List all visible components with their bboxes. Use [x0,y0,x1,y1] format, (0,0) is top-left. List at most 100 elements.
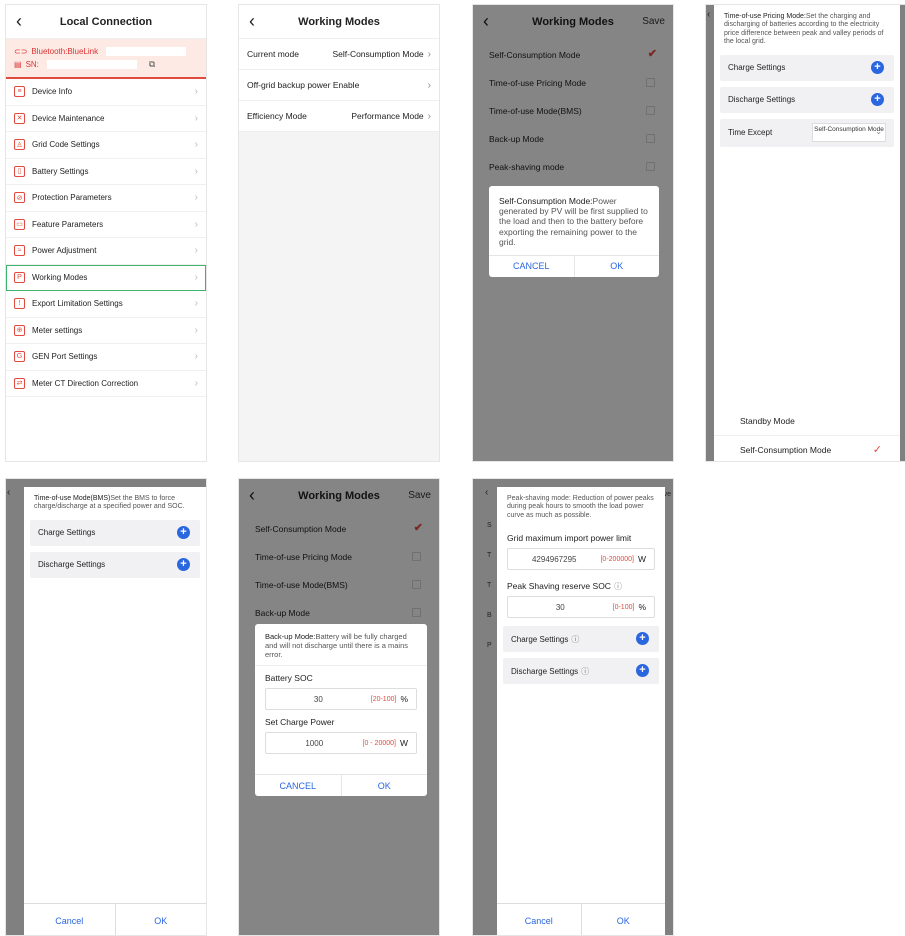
menu-item[interactable]: G GEN Port Settings › [6,344,206,371]
mode-info-dialog: Self-Consumption Mode:Power generated by… [489,186,659,277]
add-icon[interactable]: + [871,92,884,106]
copy-icon[interactable]: ⧉ [149,59,155,70]
back-arrow-icon[interactable]: ‹ [249,11,255,32]
add-icon[interactable]: + [177,525,190,539]
current-mode-row[interactable]: Current mode Self-Consumption Mode › [239,39,439,70]
chevron-right-icon: › [194,192,198,204]
discharge-settings-row[interactable]: Discharge Settings ⓘ + [503,658,659,685]
menu-item[interactable]: ⊘ Protection Parameters › [6,185,206,212]
help-icon[interactable]: ⓘ [571,634,579,645]
efficiency-mode-row[interactable]: Efficiency Mode Performance Mode › [239,101,439,132]
partial-letter: B [487,612,492,619]
back-arrow-icon[interactable]: ‹ [485,487,488,498]
offgrid-backup-row[interactable]: Off-grid backup power Enable › [239,70,439,101]
menu-item[interactable]: ▭ Feature Parameters › [6,212,206,238]
charge-power-field[interactable]: 1000 [0 - 20000] W [265,732,417,754]
charge-settings-row[interactable]: Charge Settings + [720,54,894,81]
list-icon: ≡ [14,86,25,98]
tou-bms-screen: ‹ we Time-of-use Mode(BMS)Set the BMS to… [5,478,207,936]
help-icon[interactable]: ⓘ [581,666,589,677]
ok-button[interactable]: OK [116,904,207,935]
mode-select-screen: ‹ Working Modes Save Self-Consumption Mo… [472,4,674,462]
sheet-footer: Cancel OK [24,903,207,935]
help-icon[interactable]: ⓘ [614,581,622,592]
time-except-select[interactable]: Self-Consumption Mode ⌄ [812,122,886,142]
row-value: Self-Consumption Mode [332,49,424,59]
check-icon: ✓ [872,444,882,456]
add-icon[interactable]: + [636,632,649,646]
partial-letter: T [487,582,492,589]
row-label: Time Except [728,128,773,138]
row-label: Charge Settings [728,63,786,73]
add-icon[interactable]: + [636,664,649,678]
cancel-button[interactable]: Cancel [497,904,582,935]
menu-item[interactable]: ♙ Grid Code Settings › [6,132,206,159]
cancel-button[interactable]: CANCEL [489,255,575,277]
person-icon: ♙ [14,139,25,151]
chevron-right-icon: › [194,139,198,151]
ct-icon: ⇄ [14,377,25,389]
menu-item-label: Working Modes [32,272,88,282]
settings-menu: ≡ Device Info › ✕ Device Maintenance › ♙ Grid C… [6,79,206,397]
chevron-right-icon: › [194,324,198,336]
cancel-button[interactable]: Cancel [24,904,116,935]
menu-item-label: GEN Port Settings [32,352,98,362]
chevron-right-icon: › [194,86,198,98]
redacted-sn [46,60,137,69]
menu-item[interactable]: ✕ Device Maintenance › [6,106,206,132]
field-unit: W [637,554,646,565]
row-label: Discharge Settings [728,95,796,105]
menu-item-label: Battery Settings [32,166,89,176]
menu-item[interactable]: ≈ Power Adjustment › [6,238,206,265]
sliders-icon: ≈ [14,245,25,257]
intro-title: Time-of-use Pricing Mode: [724,13,806,20]
chevron-right-icon: › [427,110,431,122]
cancel-button[interactable]: CANCEL [255,775,342,796]
back-arrow-icon[interactable]: ‹ [16,11,22,32]
time-except-row: Time Except Self-Consumption Mode ⌄ [720,118,894,147]
field-range: [20-100] [370,695,397,703]
discharge-settings-row[interactable]: Discharge Settings + [30,551,200,578]
redacted-name [106,47,187,56]
option-standby[interactable]: Standby Mode [714,407,900,435]
briefcase-icon: ▭ [14,218,25,230]
tou-bms-sheet: Time-of-use Mode(BMS)Set the BMS to forc… [24,487,207,935]
charge-settings-row[interactable]: Charge Settings + [30,519,200,546]
add-icon[interactable]: + [177,557,190,571]
chevron-right-icon: › [194,218,198,230]
menu-item-label: Grid Code Settings [32,140,100,150]
menu-item[interactable]: ⇄ Meter CT Direction Correction › [6,371,206,397]
grid-limit-field[interactable]: 4294967295 [0-200000] W [507,548,655,571]
battery-soc-field[interactable]: 30 [20-100] % [265,688,417,710]
tou-pricing-sheet: Time-of-use Pricing Mode:Set the chargin… [714,5,900,461]
gen-icon: G [14,351,25,363]
menu-item[interactable]: ≡ Device Info › [6,79,206,106]
menu-item[interactable]: P Working Modes › [6,264,206,291]
menu-item-label: Meter CT Direction Correction [32,378,139,388]
dialog-title: Back-up Mode: [265,632,316,641]
intro-title: Time-of-use Mode(BMS) [34,495,111,502]
menu-item-label: Meter settings [32,325,83,335]
chevron-right-icon: › [194,377,198,389]
option-self-consumption[interactable]: Self-Consumption Mode ✓ [714,435,900,461]
ok-button[interactable]: OK [342,775,428,796]
field-unit: W [399,738,408,748]
back-arrow-icon[interactable]: ‹ [707,9,710,20]
tools-icon: ✕ [14,112,25,124]
discharge-settings-row[interactable]: Discharge Settings + [720,86,894,113]
ok-button[interactable]: OK [575,256,660,277]
chevron-down-icon: ⌄ [875,126,882,136]
add-icon[interactable]: + [871,60,884,74]
chevron-right-icon: › [194,298,198,310]
menu-item[interactable]: ! Export Limitation Settings › [6,291,206,318]
select-value: Self-Consumption Mode [814,125,884,133]
reserve-soc-field[interactable]: 30 [0-100] % [507,596,655,619]
charge-settings-row[interactable]: Charge Settings ⓘ + [503,626,659,653]
menu-item[interactable]: ⊕ Meter settings › [6,318,206,344]
menu-item[interactable]: ▯ Battery Settings › [6,159,206,185]
field-range: [0-100] [612,603,635,611]
back-arrow-icon[interactable]: ‹ [7,487,10,498]
ok-button[interactable]: OK [582,904,666,935]
shield-icon: ⊘ [14,192,25,204]
sn-label: SN: [25,60,39,69]
